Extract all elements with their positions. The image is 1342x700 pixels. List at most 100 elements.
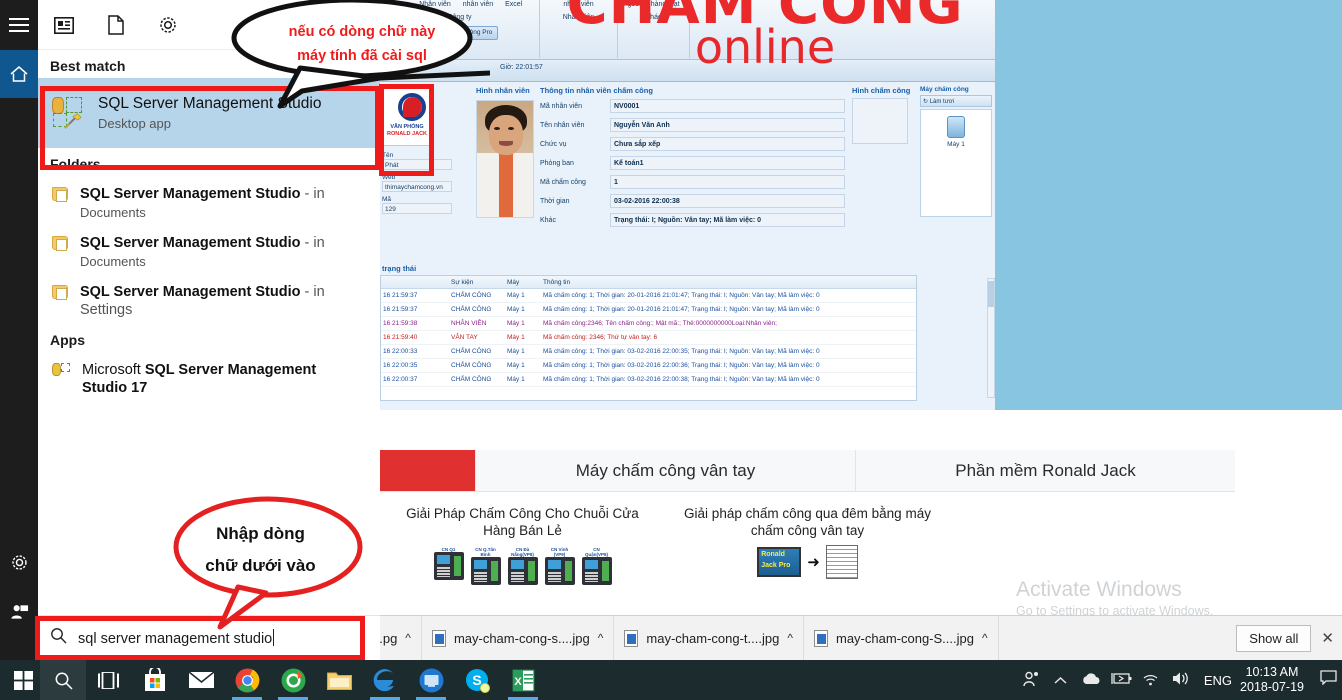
monitor-text-2: Jack Pro xyxy=(761,562,791,569)
list-item[interactable]: Microsoft SQL Server Management Studio 1… xyxy=(38,354,380,404)
promo-title-1-line2: Hàng Bán Lẻ xyxy=(483,523,562,538)
settings-gear-icon[interactable] xyxy=(0,540,38,584)
feedback-person-icon[interactable] xyxy=(0,590,38,634)
battery-charging-icon[interactable] xyxy=(1106,672,1136,688)
list-item[interactable]: SQL Server Management Studio - in Settin… xyxy=(38,276,380,326)
log-row[interactable]: 16 21:59:37 CHẤM CÔNG Máy 1 Mã chấm công… xyxy=(381,289,916,303)
result-location: Documents xyxy=(80,205,146,220)
device-list[interactable]: Máy 1 xyxy=(920,109,992,217)
chevron-up-icon[interactable] xyxy=(1046,672,1076,688)
device-thumb-label: CN Quận(VP8) xyxy=(584,547,608,557)
status-log-grid[interactable]: Sự kiện Máy Thông tin 16 21:59:37 CHẤM C… xyxy=(380,275,917,401)
jpg-file-icon xyxy=(813,629,828,647)
edge-icon[interactable] xyxy=(362,660,408,700)
log-machine: Máy 1 xyxy=(507,376,525,383)
download-item[interactable]: may-cham-cong-S....jpg ^ xyxy=(804,615,999,661)
folder-results-list: SQL Server Management Studio - in Docume… xyxy=(38,176,380,326)
log-row[interactable]: 16 21:59:37 CHẤM CÔNG Máy 1 Mã chấm công… xyxy=(381,303,916,317)
log-event: CHẤM CÔNG xyxy=(451,306,492,313)
left-field-input-1[interactable]: thimaychamcong.vn xyxy=(382,181,452,192)
log-scrollbar-thumb[interactable] xyxy=(988,281,994,307)
employee-field-value[interactable]: Chưa sắp xếp xyxy=(610,137,845,151)
activate-windows-watermark: Activate Windows Go to Settings to activ… xyxy=(1016,578,1213,618)
log-row[interactable]: 16 22:00:37 CHẤM CÔNG Máy 1 Mã chấm công… xyxy=(381,373,916,387)
log-row[interactable]: 16 21:59:38 NHÂN VIÊN Máy 1 Mã chấm công… xyxy=(381,317,916,331)
log-row[interactable]: 16 22:00:35 CHẤM CÔNG Máy 1 Mã chấm công… xyxy=(381,359,916,373)
section-title-attendance-photo: Hình chấm công xyxy=(852,86,911,95)
employee-field-value[interactable]: Nguyễn Văn Anh xyxy=(610,118,845,132)
task-view-button[interactable] xyxy=(86,660,132,700)
list-item[interactable]: SQL Server Management Studio - in Docume… xyxy=(38,227,380,276)
search-button[interactable] xyxy=(40,660,86,700)
log-row[interactable]: 16 21:59:40 VÂN TAY Máy 1 Mã chấm công: … xyxy=(381,331,916,345)
photo-eye-left xyxy=(494,127,500,130)
apps-results-list: Microsoft SQL Server Management Studio 1… xyxy=(38,352,380,404)
device-thumb: CN Q.Tân Bình xyxy=(470,547,501,585)
wifi-icon[interactable] xyxy=(1136,672,1166,689)
excel-icon[interactable]: X xyxy=(500,660,546,700)
download-chevron-icon[interactable]: ^ xyxy=(982,631,988,645)
promo-card-2[interactable]: Giải pháp chấm công qua đêm bằng máy chấ… xyxy=(665,505,950,615)
mail-icon[interactable] xyxy=(178,660,224,700)
download-file-name: may-cham-cong-t....jpg xyxy=(646,630,780,646)
people-icon[interactable] xyxy=(1016,671,1046,690)
download-chevron-icon[interactable]: ^ xyxy=(598,631,604,645)
photo-tie xyxy=(499,153,513,217)
status-log-section: trạng thái Sự kiện Máy Thông tin 16 21:5… xyxy=(380,264,917,404)
gear-icon[interactable] xyxy=(142,0,194,50)
skype-icon[interactable]: S xyxy=(454,660,500,700)
file-explorer-icon[interactable] xyxy=(316,660,362,700)
employee-field-value[interactable]: 03-02-2016 22:00:38 xyxy=(610,194,845,208)
onedrive-icon[interactable] xyxy=(1076,672,1106,689)
close-download-bar-icon[interactable]: ✕ xyxy=(1321,629,1334,647)
download-item[interactable]: may-cham-cong-t....jpg ^ xyxy=(614,615,804,661)
log-row[interactable]: 16 22:00:33 CHẤM CÔNG Máy 1 Mã chấm công… xyxy=(381,345,916,359)
document-icon[interactable] xyxy=(90,0,142,50)
photo-eye-right xyxy=(508,127,514,130)
download-chevron-icon[interactable]: ^ xyxy=(405,631,411,645)
employee-field-value[interactable]: 1 xyxy=(610,175,845,189)
tab-active-red[interactable] xyxy=(380,450,475,491)
log-event: VÂN TAY xyxy=(451,334,478,341)
log-event: NHÂN VIÊN xyxy=(451,320,487,327)
speaker-icon[interactable] xyxy=(1166,671,1196,689)
left-field-input-2[interactable]: 129 xyxy=(382,203,452,214)
download-item[interactable]: may-cham-cong-s....jpg ^ xyxy=(422,615,615,661)
result-suffix: - in xyxy=(300,235,325,251)
device-thumb-body xyxy=(581,557,612,585)
show-all-downloads-button[interactable]: Show all xyxy=(1236,624,1312,652)
microsoft-store-icon[interactable] xyxy=(132,660,178,700)
device-icon xyxy=(947,116,965,138)
promo-card-1[interactable]: Giải Pháp Chấm Công Cho Chuỗi Cửa Hàng B… xyxy=(380,505,665,615)
log-info: Mã chấm công: 2346; Thứ tự vân tay: 6 xyxy=(543,334,658,341)
remote-desktop-icon[interactable] xyxy=(408,660,454,700)
employee-field-row: Phòng ban Kế toán1 xyxy=(540,155,845,171)
log-time: 16 21:59:38 xyxy=(383,320,418,327)
refresh-devices-button[interactable]: ↻ Làm tươi xyxy=(920,95,992,107)
left-field-label-2: Mã xyxy=(382,196,392,203)
download-file-name: may-cham-cong-s....jpg xyxy=(453,630,590,646)
chrome-icon[interactable] xyxy=(224,660,270,700)
list-item[interactable]: SQL Server Management Studio - in Docume… xyxy=(38,178,380,227)
employee-field-row: Khác Trạng thái: I; Nguồn: Vân tay; Mã l… xyxy=(540,212,845,228)
employee-field-value[interactable]: Kế toán1 xyxy=(610,156,845,170)
log-scrollbar[interactable] xyxy=(987,278,995,398)
employee-field-value[interactable]: NV0001 xyxy=(610,99,845,113)
apps-list-icon[interactable] xyxy=(38,0,90,50)
promo-title-2-line1: Giải pháp chấm công qua đêm bằng máy xyxy=(684,506,931,521)
device-thumb-label: CN Đà Nẵng(VP8) xyxy=(511,547,534,557)
clock[interactable]: 10:13 AM 2018-07-19 xyxy=(1240,665,1304,695)
download-chevron-icon[interactable]: ^ xyxy=(787,631,793,645)
employee-field-value[interactable]: Trạng thái: I; Nguồn: Vân tay; Mã làm vi… xyxy=(610,213,845,227)
language-indicator[interactable]: ENG xyxy=(1204,673,1232,688)
log-col-machine: Máy xyxy=(507,278,520,286)
tab-may-cham-cong[interactable]: Máy chấm công vân tay xyxy=(475,450,855,491)
hamburger-icon[interactable] xyxy=(0,0,38,50)
antivirus-icon[interactable] xyxy=(270,660,316,700)
device-name: Máy 1 xyxy=(947,141,965,148)
home-icon[interactable] xyxy=(0,50,38,98)
action-center-icon[interactable] xyxy=(1314,670,1342,690)
device-thumb: CN Q1 xyxy=(433,547,464,585)
tab-phan-mem[interactable]: Phần mềm Ronald Jack xyxy=(855,450,1235,491)
result-title: SQL Server Management Studio xyxy=(79,284,301,300)
